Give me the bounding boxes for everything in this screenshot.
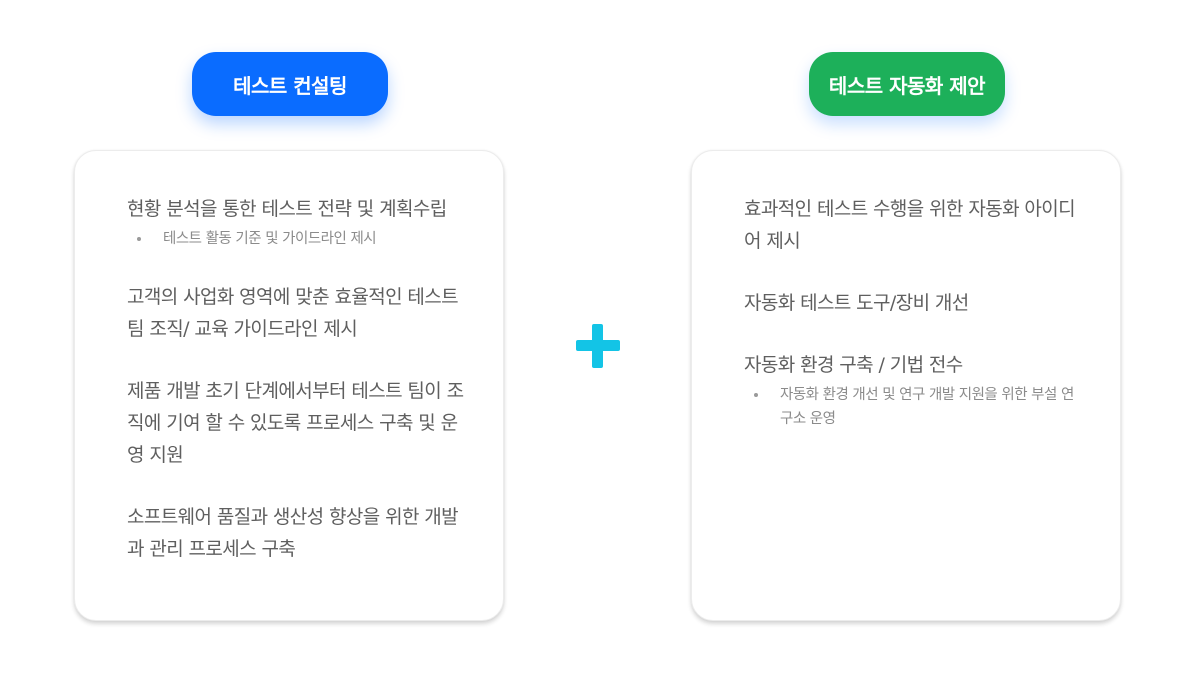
- consulting-item-text: 고객의 사업화 영역에 맞춘 효율적인 테스트 팀 조직/ 교육 가이드라인 제…: [127, 286, 459, 340]
- consulting-sub-item: 테스트 활동 기준 및 가이드라인 제시: [127, 227, 467, 251]
- consulting-item: 고객의 사업화 영역에 맞춘 효율적인 테스트 팀 조직/ 교육 가이드라인 제…: [127, 281, 467, 345]
- consulting-item-text: 현황 분석을 통한 테스트 전략 및 계획수립: [127, 198, 447, 220]
- consulting-item: 소프트웨어 품질과 생산성 향상을 위한 개발과 관리 프로세스 구축: [127, 501, 467, 565]
- automation-item: 자동화 환경 구축 / 기법 전수 자동화 환경 개선 및 연구 개발 지원을 …: [744, 349, 1084, 431]
- automation-item: 자동화 테스트 도구/장비 개선: [744, 287, 1084, 319]
- automation-card: 효과적인 테스트 수행을 위한 자동화 아이디어 제시 자동화 테스트 도구/장…: [691, 150, 1121, 621]
- consulting-sub-item-text: 테스트 활동 기준 및 가이드라인 제시: [163, 231, 377, 247]
- automation-title: 테스트 자동화 제안: [828, 73, 986, 98]
- consulting-item: 제품 개발 초기 단계에서부터 테스트 팀이 조직에 기여 할 수 있도록 프로…: [127, 375, 467, 471]
- automation-item: 효과적인 테스트 수행을 위한 자동화 아이디어 제시: [744, 193, 1084, 257]
- consulting-title: 테스트 컨설팅: [233, 73, 347, 98]
- consulting-sub-list: 테스트 활동 기준 및 가이드라인 제시: [127, 227, 467, 251]
- consulting-item-text: 소프트웨어 품질과 생산성 향상을 위한 개발과 관리 프로세스 구축: [127, 506, 459, 560]
- consulting-item-text: 제품 개발 초기 단계에서부터 테스트 팀이 조직에 기여 할 수 있도록 프로…: [127, 380, 464, 466]
- automation-sub-list: 자동화 환경 개선 및 연구 개발 지원을 위한 부설 연구소 운영: [744, 383, 1084, 431]
- automation-sub-item: 자동화 환경 개선 및 연구 개발 지원을 위한 부설 연구소 운영: [744, 383, 1084, 431]
- bullet-icon: [137, 237, 141, 241]
- consulting-card: 현황 분석을 통한 테스트 전략 및 계획수립 테스트 활동 기준 및 가이드라…: [74, 150, 504, 621]
- automation-item-text: 효과적인 테스트 수행을 위한 자동화 아이디어 제시: [744, 198, 1076, 252]
- plus-icon: [576, 324, 620, 368]
- automation-sub-item-text: 자동화 환경 개선 및 연구 개발 지원을 위한 부설 연구소 운영: [780, 387, 1074, 427]
- bullet-icon: [754, 393, 758, 397]
- automation-item-text: 자동화 테스트 도구/장비 개선: [744, 292, 969, 314]
- automation-item-text: 자동화 환경 구축 / 기법 전수: [744, 354, 963, 376]
- automation-title-badge: 테스트 자동화 제안: [809, 52, 1005, 116]
- consulting-item: 현황 분석을 통한 테스트 전략 및 계획수립 테스트 활동 기준 및 가이드라…: [127, 193, 467, 251]
- consulting-title-badge: 테스트 컨설팅: [192, 52, 388, 116]
